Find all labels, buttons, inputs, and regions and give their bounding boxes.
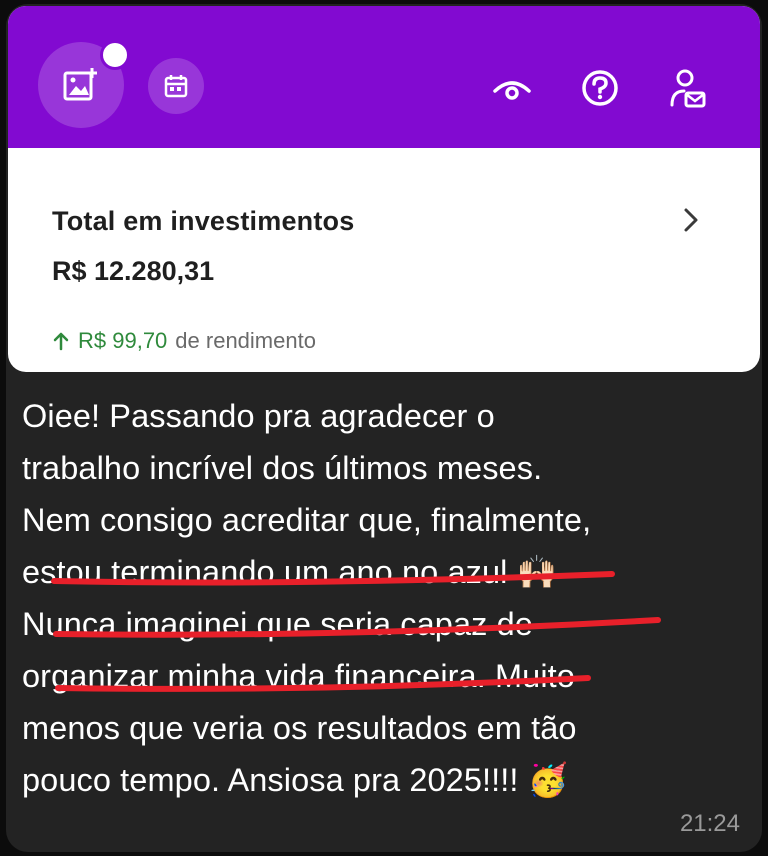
investments-total: R$ 12.280,31 (52, 256, 215, 286)
invite-button[interactable] (664, 64, 712, 112)
yield-row: R$ 99,70 de rendimento (52, 328, 316, 354)
arrow-up-icon (53, 332, 69, 351)
party-face-emoji: 🥳 (527, 761, 569, 799)
message-line: Oiee! Passando pra agradecer o (22, 398, 495, 434)
attached-screenshot[interactable]: Total em investimentos R$ 12.280,31 R$ 9… (8, 6, 760, 372)
message-line: menos que veria os resultados em tão (22, 710, 577, 746)
chat-message-bubble[interactable]: Total em investimentos R$ 12.280,31 R$ 9… (6, 4, 762, 852)
yield-label: de rendimento (175, 328, 316, 353)
message-line: Nem consigo acreditar que, finalmente, (22, 502, 592, 538)
raising-hands-emoji: 🙌🏻 (516, 553, 558, 591)
chevron-right-icon[interactable] (680, 204, 704, 236)
hide-values-button[interactable] (488, 64, 536, 112)
app-header-bar (8, 6, 760, 148)
notification-dot (100, 40, 130, 70)
user-mail-icon (670, 69, 706, 108)
message-text: Oiee! Passando pra agradecer o trabalho … (22, 390, 744, 806)
message-line-text: estou terminando um ano no azul (22, 554, 508, 590)
help-button[interactable] (576, 64, 624, 112)
eye-icon (493, 81, 531, 100)
message-line: pouco tempo. Ansiosa pra 2025!!!! 🥳 (22, 754, 744, 806)
message-timestamp: 21:24 (679, 810, 740, 837)
investments-title: Total em investimentos (52, 206, 355, 236)
calendar-icon (164, 75, 188, 98)
message-line: Nunca imaginei que seria capaz de (22, 606, 533, 642)
message-line-text: pouco tempo. Ansiosa pra 2025!!!! (22, 762, 519, 798)
message-line: organizar minha vida financeira. Muito (22, 658, 575, 694)
add-image-icon (63, 68, 97, 101)
message-line: trabalho incrível dos últimos meses. (22, 450, 543, 486)
calendar-button[interactable] (148, 58, 204, 114)
message-line: estou terminando um ano no azul 🙌🏻 (22, 546, 744, 598)
help-icon (582, 70, 618, 106)
yield-amount: R$ 99,70 (78, 328, 168, 353)
